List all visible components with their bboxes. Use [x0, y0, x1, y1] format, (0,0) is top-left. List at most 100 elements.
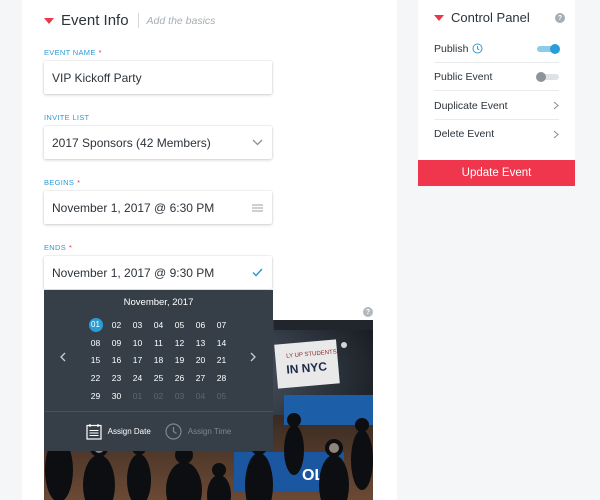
clock-icon	[165, 423, 182, 440]
publish-label: Publish	[434, 42, 469, 55]
ends-label-text: ENDS	[44, 243, 67, 252]
days-grid: 01 02 03 04 05 06 07 08 09 10 11 12 13 14 15 16 17 18 19 20…	[85, 316, 232, 405]
day-number: 19	[174, 355, 185, 366]
day-cell[interactable]: 14	[211, 334, 232, 352]
day-cell[interactable]: 29	[85, 387, 106, 405]
duplicate-event-row[interactable]: Duplicate Event	[434, 92, 559, 120]
checkmark-icon[interactable]	[250, 266, 264, 280]
day-number: 20	[195, 355, 206, 366]
invite-list-label-text: INVITE LIST	[44, 113, 90, 122]
begins-label: BEGINS *	[44, 178, 80, 187]
arrow-right-icon[interactable]	[247, 350, 259, 364]
public-event-toggle[interactable]	[536, 71, 559, 82]
day-cell[interactable]: 16	[106, 352, 127, 370]
event-name-field[interactable]: VIP Kickoff Party	[44, 61, 272, 94]
day-cell[interactable]: 10	[127, 334, 148, 352]
day-cell[interactable]: 15	[85, 352, 106, 370]
begins-field[interactable]: November 1, 2017 @ 6:30 PM	[44, 191, 272, 224]
day-cell[interactable]: 05	[169, 316, 190, 334]
day-cell[interactable]: 11	[148, 334, 169, 352]
required-marker: *	[69, 243, 73, 252]
day-cell[interactable]: 01	[127, 387, 148, 405]
day-number: 05	[174, 319, 185, 330]
day-cell[interactable]: 21	[211, 352, 232, 370]
update-event-button[interactable]: Update Event	[418, 160, 575, 186]
day-number: 22	[90, 373, 101, 384]
calendar-icon	[86, 424, 102, 440]
public-event-label: Public Event	[434, 70, 493, 83]
day-number: 10	[132, 337, 143, 348]
photo-help-icon[interactable]: ?	[363, 307, 373, 317]
assign-time-button[interactable]: Assign Time	[165, 423, 231, 440]
day-cell[interactable]: 05	[211, 387, 232, 405]
day-cell[interactable]: 17	[127, 352, 148, 370]
publish-toggle[interactable]	[537, 43, 560, 54]
day-cell[interactable]: 13	[190, 334, 211, 352]
control-panel-card: Control Panel ? Publish Public Event Dup…	[418, 0, 575, 160]
day-cell[interactable]: 19	[169, 352, 190, 370]
day-number: 24	[132, 373, 143, 384]
publish-row: Publish	[434, 35, 560, 63]
day-number: 17	[132, 355, 143, 366]
event-info-header: Event Info Add the basics	[44, 12, 215, 29]
chevron-right-icon	[553, 130, 559, 138]
day-number: 26	[174, 373, 185, 384]
day-number: 16	[111, 355, 122, 366]
day-cell[interactable]: 09	[106, 334, 127, 352]
caret-down-icon[interactable]	[434, 15, 444, 21]
day-cell[interactable]: 24	[127, 369, 148, 387]
day-number: 04	[153, 319, 164, 330]
day-cell[interactable]: 03	[127, 316, 148, 334]
day-cell[interactable]: 26	[169, 369, 190, 387]
event-name-label-text: EVENT NAME	[44, 48, 96, 57]
day-cell[interactable]: 30	[106, 387, 127, 405]
day-number: 15	[90, 355, 101, 366]
assign-date-label: Assign Date	[107, 427, 151, 436]
invite-list-select[interactable]: 2017 Sponsors (42 Members)	[44, 126, 272, 159]
menu-lines-icon[interactable]	[250, 201, 264, 215]
day-number: 09	[111, 337, 122, 348]
day-cell-selected[interactable]: 01	[85, 316, 106, 334]
day-cell[interactable]: 02	[106, 316, 127, 334]
day-cell[interactable]: 27	[190, 369, 211, 387]
day-cell[interactable]: 08	[85, 334, 106, 352]
day-number: 25	[153, 373, 164, 384]
caret-down-icon[interactable]	[44, 18, 54, 24]
day-cell[interactable]: 25	[148, 369, 169, 387]
day-cell[interactable]: 18	[148, 352, 169, 370]
day-cell[interactable]: 02	[148, 387, 169, 405]
day-cell[interactable]: 28	[211, 369, 232, 387]
picker-footer: Assign Date Assign Time	[44, 412, 273, 451]
arrow-left-icon[interactable]	[57, 350, 69, 364]
day-cell[interactable]: 12	[169, 334, 190, 352]
day-number: 03	[132, 319, 143, 330]
ends-field[interactable]: November 1, 2017 @ 9:30 PM	[44, 256, 272, 289]
clock-icon	[472, 43, 483, 54]
day-cell[interactable]: 03	[169, 387, 190, 405]
day-number: 07	[216, 319, 227, 330]
day-cell[interactable]: 23	[106, 369, 127, 387]
begins-label-text: BEGINS	[44, 178, 75, 187]
delete-event-row[interactable]: Delete Event	[434, 120, 559, 148]
day-cell[interactable]: 07	[211, 316, 232, 334]
day-cell[interactable]: 04	[148, 316, 169, 334]
day-number: 06	[195, 319, 206, 330]
event-name-value: VIP Kickoff Party	[52, 70, 142, 85]
day-cell[interactable]: 20	[190, 352, 211, 370]
day-cell[interactable]: 06	[190, 316, 211, 334]
day-number: 14	[216, 337, 227, 348]
day-number: 23	[111, 373, 122, 384]
public-event-row: Public Event	[434, 63, 559, 91]
ends-value: November 1, 2017 @ 9:30 PM	[52, 265, 215, 280]
assign-date-button[interactable]: Assign Date	[86, 423, 151, 440]
help-icon[interactable]: ?	[555, 13, 565, 23]
day-number: 11	[154, 337, 163, 348]
invite-list-label: INVITE LIST	[44, 113, 89, 122]
day-number: 30	[111, 391, 122, 402]
day-number: 01	[132, 391, 143, 402]
day-number: 18	[153, 355, 164, 366]
day-cell[interactable]: 22	[85, 369, 106, 387]
day-cell[interactable]: 04	[190, 387, 211, 405]
day-number: 12	[174, 337, 185, 348]
section-title: Event Info	[61, 12, 129, 29]
